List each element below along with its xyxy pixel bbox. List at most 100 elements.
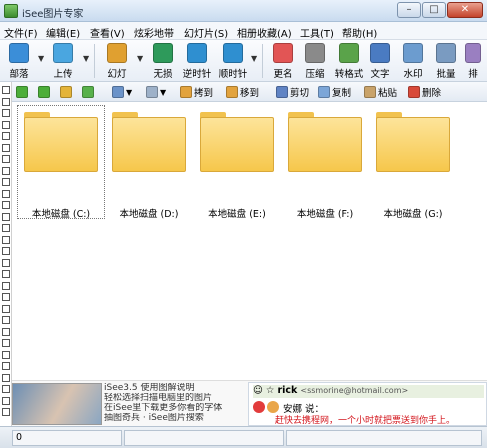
window-title: iSee图片专家: [22, 9, 84, 20]
menu-tools[interactable]: 工具(T): [300, 25, 334, 40]
strip-checkbox[interactable]: [2, 362, 10, 370]
rotate-dropdown-icon[interactable]: ▼: [251, 54, 257, 63]
menu-edit[interactable]: 编辑(E): [46, 25, 80, 40]
lossless-button[interactable]: 无损: [144, 42, 182, 80]
strip-checkbox[interactable]: [2, 166, 10, 175]
view-mode-button[interactable]: ▼: [112, 84, 132, 100]
slideshow-button[interactable]: 幻灯: [98, 42, 136, 80]
tribe-button[interactable]: 部落: [0, 42, 38, 80]
strip-checkbox[interactable]: [2, 270, 10, 278]
menu-album[interactable]: 相册收藏(A): [237, 25, 292, 40]
drive-item-d[interactable]: 本地磁盘 (D:): [106, 106, 192, 220]
strip-checkbox[interactable]: [2, 155, 10, 163]
menu-file[interactable]: 文件(F): [4, 25, 38, 40]
file-list: 本地磁盘 (C:) 本地磁盘 (D:) 本地磁盘 (E:) 本地磁盘 (F:) …: [12, 102, 487, 380]
strip-checkbox[interactable]: [2, 120, 10, 129]
strip-checkbox[interactable]: [2, 132, 10, 140]
drive-item-f[interactable]: 本地磁盘 (F:): [282, 106, 368, 220]
window-controls: – □ ✕: [397, 2, 483, 18]
ad-text[interactable]: iSee3.5 使用图解说明 轻松选择扫描电脑里的图片 在iSee里下载更多你看…: [104, 383, 244, 423]
refresh-button[interactable]: [82, 84, 94, 100]
ad-line: 轻松选择扫描电脑里的图片: [104, 393, 213, 403]
delete-button[interactable]: 删除: [408, 84, 441, 100]
cut-button[interactable]: 剪切: [276, 84, 309, 100]
strip-checkbox[interactable]: [2, 109, 10, 117]
move-to-label: 移到: [240, 88, 260, 99]
copy-to-label: 拷到: [194, 88, 214, 99]
drive-label: 本地磁盘 (C:): [31, 209, 91, 220]
strip-checkbox[interactable]: [2, 304, 10, 313]
menu-view[interactable]: 查看(V): [90, 25, 125, 40]
strip-checkbox[interactable]: [2, 178, 10, 186]
strip-checkbox[interactable]: [2, 281, 10, 290]
strip-checkbox[interactable]: [2, 258, 10, 267]
rotate-cw-button[interactable]: 顺时针: [214, 42, 252, 80]
compress-button[interactable]: 压缩: [296, 42, 334, 80]
folder-icon: [288, 112, 362, 172]
minimize-button[interactable]: –: [397, 2, 421, 18]
strip-checkbox[interactable]: [2, 293, 10, 301]
sort-button[interactable]: ▼: [146, 84, 166, 100]
navigation-toolbar: ▼ ▼ 拷到 移到 剪切 复制 粘贴 删除: [12, 82, 487, 102]
menu-slideshow[interactable]: 幻灯片(S): [184, 25, 228, 40]
convert-format-icon: [339, 43, 359, 63]
strip-checkbox[interactable]: [2, 97, 10, 106]
strip-checkbox[interactable]: [2, 143, 10, 152]
strip-checkbox[interactable]: [2, 350, 10, 359]
upload-button[interactable]: 上传: [44, 42, 82, 80]
ad-photo[interactable]: [12, 383, 102, 425]
strip-checkbox[interactable]: [2, 385, 10, 393]
upload-dropdown-icon[interactable]: ▼: [83, 54, 89, 63]
move-to-button[interactable]: 移到: [226, 84, 259, 100]
forward-button[interactable]: [38, 84, 50, 100]
arrange-button[interactable]: 排: [460, 42, 486, 80]
copy-label: 复制: [332, 88, 352, 99]
strip-checkbox[interactable]: [2, 408, 10, 416]
copy-button[interactable]: 复制: [318, 84, 351, 100]
strip-checkbox[interactable]: [2, 327, 10, 336]
folder-icon: [200, 112, 274, 172]
rotate-cw-label: 顺时针: [218, 69, 248, 80]
smiley-icon: ☺ ☆: [253, 385, 278, 396]
lossless-rotate-icon: [153, 43, 173, 63]
strip-checkbox[interactable]: [2, 189, 10, 198]
toolbar-separator: [94, 44, 95, 78]
tribe-icon: [9, 43, 29, 63]
main-toolbar: 部落 ▼ 上传 ▼ 幻灯 ▼ 无损 逆时针 顺时针 ▼ 更名 压缩 转格式 文字: [0, 40, 487, 82]
drive-item-c[interactable]: 本地磁盘 (C:): [17, 105, 105, 220]
bottom-banner: iSee3.5 使用图解说明 轻松选择扫描电脑里的图片 在iSee里下载更多你看…: [12, 380, 487, 426]
status-bar: 0: [0, 426, 487, 448]
drive-item-e[interactable]: 本地磁盘 (E:): [194, 106, 280, 220]
strip-checkbox[interactable]: [2, 316, 10, 324]
text-icon: [370, 43, 390, 63]
menu-help[interactable]: 帮助(H): [342, 25, 377, 40]
drive-item-g[interactable]: 本地磁盘 (G:): [370, 106, 456, 220]
refresh-icon: [82, 86, 94, 98]
strip-checkbox[interactable]: [2, 235, 10, 244]
strip-checkbox[interactable]: [2, 339, 10, 347]
back-arrow-icon: [16, 86, 28, 98]
maximize-button[interactable]: □: [422, 2, 446, 18]
strip-checkbox[interactable]: [2, 201, 10, 209]
strip-checkbox[interactable]: [2, 86, 10, 94]
rotate-ccw-button[interactable]: 逆时针: [178, 42, 216, 80]
chat-email: <ssmorine@hotmail.com>: [300, 386, 409, 395]
strip-checkbox[interactable]: [2, 212, 10, 221]
up-button[interactable]: [60, 84, 72, 100]
strip-checkbox[interactable]: [2, 224, 10, 232]
watermark-icon: [403, 43, 423, 63]
slideshow-dropdown-icon[interactable]: ▼: [137, 54, 143, 63]
back-button[interactable]: [16, 84, 28, 100]
chat-panel[interactable]: ☺ ☆ rick <ssmorine@hotmail.com> 安娜 说： 赶快…: [248, 382, 487, 426]
copy-to-button[interactable]: 拷到: [180, 84, 213, 100]
strip-checkbox[interactable]: [2, 396, 10, 405]
ad-line: 抽图奇兵 · iSee图片搜索: [104, 413, 204, 423]
strip-checkbox[interactable]: [2, 247, 10, 255]
menu-color-zone[interactable]: 炫彩地带: [134, 25, 174, 40]
paste-button[interactable]: 粘贴: [364, 84, 397, 100]
close-button[interactable]: ✕: [447, 2, 483, 18]
rotate-cw-icon: [223, 43, 243, 63]
strip-checkbox[interactable]: [2, 373, 10, 382]
paste-icon: [364, 86, 376, 98]
heart-icon: [253, 401, 265, 413]
